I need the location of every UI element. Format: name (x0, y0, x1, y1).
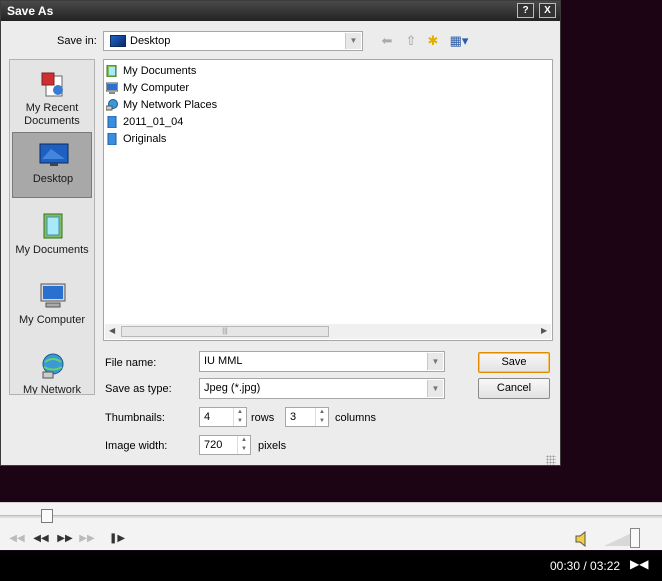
seek-bar-area[interactable] (0, 502, 662, 528)
save-button[interactable]: Save (478, 352, 550, 373)
place-label: My Recent Documents (24, 102, 80, 127)
place-recent-documents[interactable]: My Recent Documents (12, 62, 92, 128)
my-documents-icon (43, 213, 63, 239)
resize-grip[interactable] (546, 455, 556, 465)
close-button[interactable]: X (539, 3, 556, 18)
file-name: 2011_01_04 (123, 116, 184, 128)
place-label: My Network (22, 384, 82, 395)
save-in-value: Desktop (130, 35, 171, 47)
chevron-down-icon[interactable]: ▼ (427, 353, 443, 370)
fullscreen-icon[interactable]: ▶◀ (630, 557, 648, 571)
folder-icon (107, 116, 117, 128)
help-button[interactable]: ? (517, 3, 534, 18)
back-icon[interactable]: ⬅ (377, 32, 397, 50)
volume-icon[interactable] (574, 530, 590, 548)
folder-icon (107, 133, 117, 145)
file-name-label: File name: (105, 357, 157, 369)
previous-icon[interactable]: ◀◀ (8, 532, 26, 546)
player-status-bar: 00:30 / 03:22 ▶◀ (0, 551, 662, 581)
columns-label: columns (335, 412, 376, 424)
save-in-label: Save in: (57, 35, 97, 47)
stepper-arrows-icon[interactable]: ▲ ▼ (315, 408, 328, 426)
my-computer-icon (106, 82, 118, 94)
fast-forward-icon[interactable]: ▶▶ (56, 532, 74, 546)
seek-thumb[interactable] (41, 509, 53, 523)
my-computer-icon (40, 283, 66, 308)
stepper-arrows-icon[interactable]: ▲ ▼ (233, 408, 246, 426)
network-places-icon (106, 99, 118, 111)
dialog-title: Save As (7, 4, 54, 18)
file-name: My Network Places (123, 99, 218, 111)
rows-label: rows (251, 412, 275, 424)
image-width-value: 720 (204, 439, 223, 451)
chevron-down-icon[interactable]: ▼ (345, 33, 361, 49)
file-name-value: IU MML (204, 355, 243, 367)
stepper-arrows-icon[interactable]: ▲ ▼ (237, 436, 250, 454)
view-menu-icon[interactable]: ▦▾ (447, 32, 471, 50)
place-my-network[interactable]: My Network (12, 344, 92, 395)
seek-track[interactable] (0, 515, 662, 518)
pixels-label: pixels (258, 440, 287, 452)
scroll-right-icon[interactable]: ▶ (541, 326, 547, 335)
file-name: Originals (123, 133, 167, 145)
cancel-button[interactable]: Cancel (478, 378, 550, 399)
play-pause-icon[interactable]: ❚▶ (108, 532, 126, 546)
place-label: Desktop (32, 173, 74, 185)
chevron-down-icon[interactable]: ▼ (427, 380, 443, 397)
new-folder-icon[interactable]: ✱ (423, 32, 443, 50)
places-bar: My Recent Documents Desktop My Documents (9, 59, 95, 395)
columns-stepper[interactable]: 3 ▲ ▼ (285, 407, 329, 427)
dialog-titlebar[interactable]: Save As ? X (1, 1, 560, 21)
file-name: My Documents (123, 65, 197, 77)
scroll-thumb[interactable]: ||| (121, 326, 329, 337)
thumbnails-label: Thumbnails: (105, 412, 165, 424)
next-icon[interactable]: ▶▶ (78, 532, 96, 546)
desktop-icon (110, 35, 126, 47)
my-documents-icon (106, 65, 117, 77)
place-label: My Computer (18, 314, 86, 326)
my-network-icon (42, 353, 64, 379)
save-as-type-dropdown[interactable]: Jpeg (*.jpg) ▼ (199, 378, 445, 399)
rewind-icon[interactable]: ◀◀ (32, 532, 50, 546)
place-my-computer[interactable]: My Computer (12, 274, 92, 340)
scroll-left-icon[interactable]: ◀ (109, 326, 115, 335)
place-label: My Documents (15, 244, 89, 256)
save-as-type-value: Jpeg (*.jpg) (204, 382, 261, 394)
desktop-icon (39, 143, 69, 166)
file-name: My Computer (123, 82, 190, 94)
player-controls: ◀◀ ◀◀ ▶▶ ▶▶ ❚▶ (0, 528, 662, 550)
playback-time: 00:30 / 03:22 (550, 559, 621, 573)
file-name-field[interactable]: IU MML ▼ (199, 351, 445, 372)
save-as-type-label: Save as type: (105, 383, 172, 395)
volume-slider-thumb[interactable] (630, 528, 640, 548)
recent-documents-icon (41, 72, 63, 97)
up-folder-icon[interactable]: ⇧ (401, 32, 421, 50)
file-list[interactable]: My Documents My Computer My Network Plac… (103, 59, 553, 341)
rows-value: 4 (204, 411, 211, 423)
image-width-stepper[interactable]: 720 ▲ ▼ (199, 435, 251, 455)
rows-stepper[interactable]: 4 ▲ ▼ (199, 407, 247, 427)
image-width-label: Image width: (105, 440, 168, 452)
save-in-dropdown[interactable]: Desktop ▼ (103, 31, 363, 51)
place-my-documents[interactable]: My Documents (12, 204, 92, 270)
columns-value: 3 (290, 411, 297, 423)
place-desktop[interactable]: Desktop (12, 132, 92, 198)
horizontal-scrollbar[interactable]: ◀ ||| ▶ (105, 324, 551, 339)
save-as-dialog: Save As ? X Save in: Desktop ▼ ⬅ ⇧ ✱ ▦▾ … (0, 0, 561, 466)
